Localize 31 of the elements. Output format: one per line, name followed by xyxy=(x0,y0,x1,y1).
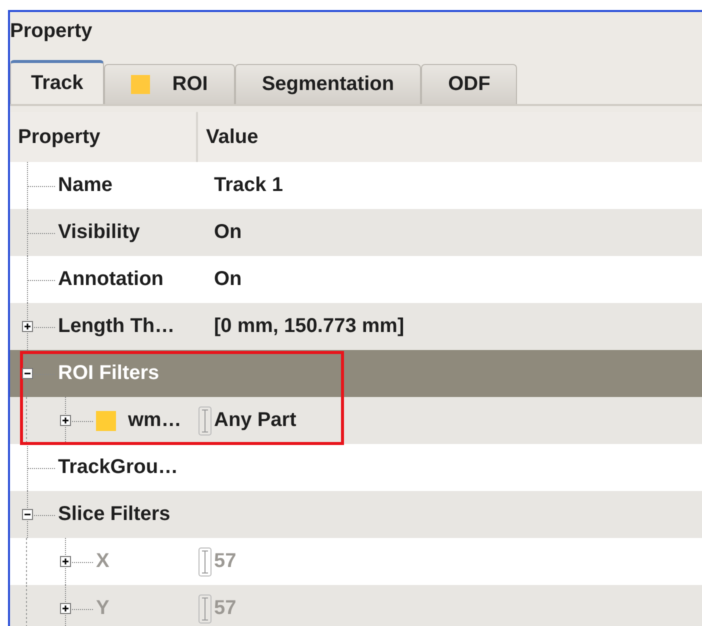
panel-title: Property xyxy=(10,19,94,44)
expand-icon[interactable] xyxy=(22,321,33,332)
property-value: On xyxy=(214,268,242,291)
property-name: TrackGrou… xyxy=(58,456,178,479)
property-name: Annotation xyxy=(58,268,164,291)
tab[interactable]: ODF xyxy=(421,64,518,104)
tree-row[interactable]: Visibility On xyxy=(10,209,702,256)
collapse-icon[interactable] xyxy=(22,509,33,520)
expand-icon[interactable] xyxy=(60,415,71,426)
property-name: Y xyxy=(96,597,110,620)
tab[interactable]: Segmentation xyxy=(234,64,422,104)
tree-row[interactable]: wm… Any Part xyxy=(10,397,702,444)
property-name: ROI Filters xyxy=(58,362,160,385)
property-name: X xyxy=(96,550,110,573)
property-value: Track 1 xyxy=(214,174,283,197)
collapse-icon[interactable] xyxy=(22,368,33,379)
property-value: Any Part xyxy=(214,409,296,432)
tree-row[interactable]: Length Th… [0 mm, 150.773 mm] xyxy=(10,303,702,350)
property-name: Length Th… xyxy=(58,315,175,338)
tab[interactable]: Track xyxy=(10,60,104,104)
property-name: Visibility xyxy=(58,221,140,244)
property-value: 57 xyxy=(214,550,236,573)
tree-row[interactable]: Slice Filters xyxy=(10,491,702,538)
property-name: wm… xyxy=(128,409,182,432)
property-value: On xyxy=(214,221,242,244)
property-name: Slice Filters xyxy=(58,503,170,526)
property-name: Name xyxy=(58,174,112,197)
property-value: 57 xyxy=(214,597,236,620)
tab[interactable]: ROI xyxy=(104,64,235,104)
column-header[interactable]: Value xyxy=(198,112,258,162)
property-value: [0 mm, 150.773 mm] xyxy=(214,315,404,338)
